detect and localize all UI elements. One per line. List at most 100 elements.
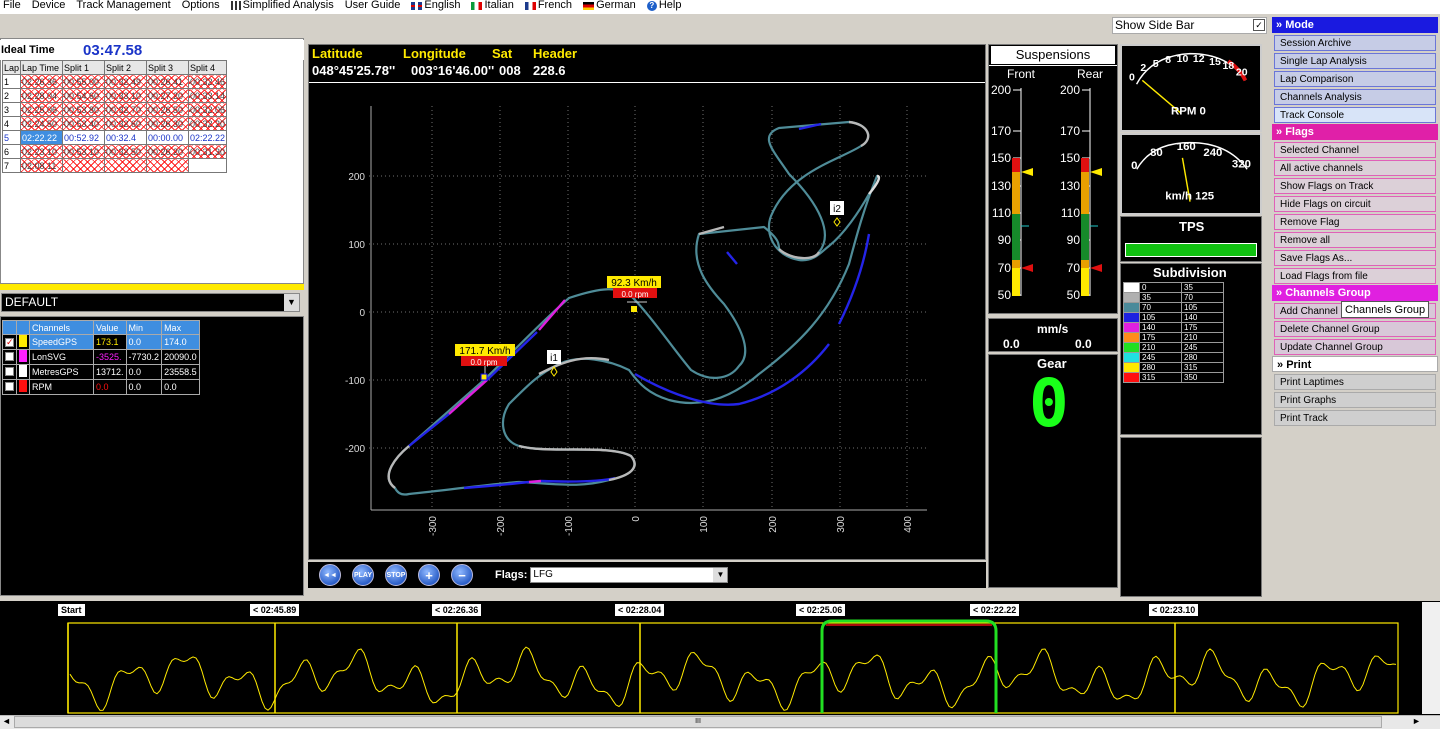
- channel-checkbox[interactable]: [2, 379, 17, 395]
- lap-row[interactable]: 3 02:25.06 00:53.80 00:32.70 00:26.50 00:32.0…: [1, 102, 228, 117]
- lap-time: 02:25.06: [20, 102, 64, 117]
- mode-header[interactable]: » Mode: [1272, 17, 1438, 33]
- menu-user-guide[interactable]: User Guide: [342, 0, 409, 11]
- split2: 00:33.10: [104, 88, 148, 103]
- menu-italian[interactable]: Italian: [468, 0, 521, 11]
- save-flags-as-button[interactable]: Save Flags As...: [1274, 250, 1436, 266]
- channel-row[interactable]: MetresGPS 13712. 0.0 23558.5: [2, 364, 200, 380]
- col-lap[interactable]: Lap: [1, 60, 22, 75]
- lap-comparison-button[interactable]: Lap Comparison: [1274, 71, 1436, 87]
- load-flags-button[interactable]: Load Flags from file: [1274, 268, 1436, 284]
- menu-help[interactable]: ? Help: [644, 0, 690, 11]
- suspension-gauges: 200 170 150 130 110 90 70 50 200 170 150…: [991, 83, 1102, 302]
- channel-row[interactable]: LonSVG -3525. -7730.2 20090.0: [2, 349, 200, 365]
- play-button[interactable]: PLAY: [352, 564, 374, 586]
- speed-tick: 320: [1232, 158, 1251, 170]
- remove-all-button[interactable]: Remove all: [1274, 232, 1436, 248]
- menu-options[interactable]: Options: [179, 0, 228, 11]
- flag2-marker[interactable]: [631, 306, 637, 312]
- channels-group-header[interactable]: » Channels Group: [1272, 285, 1438, 301]
- selected-lap-highlight[interactable]: [820, 619, 998, 713]
- lap-row[interactable]: 4 02:24.50 00:53.40 00:32.60 00:26.30 00:32.2…: [1, 116, 228, 131]
- lap-row[interactable]: 6 02:23.10 00:53.10 00:32.50 00:26.20 00:31.3…: [1, 144, 228, 159]
- menu-german[interactable]: German: [580, 0, 644, 11]
- menu-french[interactable]: French: [522, 0, 580, 11]
- channel-value: 13712.: [93, 364, 127, 380]
- print-header[interactable]: » Print: [1272, 356, 1438, 372]
- speed-readout: km/h 125: [1165, 191, 1214, 203]
- subdivision-table: 0 35 35 70 70 105 105 140 140 175 175 210 210 2…: [1123, 282, 1224, 383]
- col-lap-time[interactable]: Lap Time: [20, 60, 64, 75]
- col-split4[interactable]: Split 4: [188, 60, 228, 75]
- lap-marker[interactable]: < 02:45.89: [249, 603, 301, 617]
- menu-device[interactable]: Device: [29, 0, 74, 11]
- lap-row[interactable]: 1 02:26.36 00:55.00 00:32.49 00:26.41 00:32.4…: [1, 74, 228, 89]
- channel-max: 20090.0: [161, 349, 200, 365]
- show-flags-on-track-button[interactable]: Show Flags on Track: [1274, 178, 1436, 194]
- channel-checkbox[interactable]: [2, 349, 17, 365]
- scrollbar-thumb[interactable]: III: [14, 716, 1382, 728]
- tps-bar: [1125, 243, 1257, 257]
- col-split2[interactable]: Split 2: [104, 60, 148, 75]
- hide-flags-on-circuit-button[interactable]: Hide Flags on circuit: [1274, 196, 1436, 212]
- channel-row[interactable]: RPM 0.0 0.0 0.0: [2, 379, 200, 395]
- col-split3[interactable]: Split 3: [146, 60, 190, 75]
- lap-row[interactable]: 2 02:28.04 00:54.60 00:33.10 00:27.20 00:33.1…: [1, 88, 228, 103]
- menu-file[interactable]: File: [0, 0, 29, 11]
- rpm-tick: 10: [1177, 53, 1189, 65]
- lap-row-selected[interactable]: 5 02:22.22 00:52.92 00:32.4 00:00.00 02:22.22: [1, 130, 228, 145]
- col-max[interactable]: Max: [161, 320, 200, 335]
- col-channels[interactable]: Channels: [29, 320, 94, 335]
- scroll-right-arrow[interactable]: ►: [1412, 716, 1421, 726]
- channel-row[interactable]: ✓ SpeedGPS 173.1 0.0 174.0: [2, 334, 200, 350]
- split4: 00:32.20: [188, 116, 228, 131]
- remove-flag-button[interactable]: Remove Flag: [1274, 214, 1436, 230]
- rewind-button[interactable]: ◄◄: [319, 564, 341, 586]
- chevron-down-icon[interactable]: ▼: [284, 294, 299, 311]
- lap-marker-start[interactable]: Start: [57, 603, 86, 617]
- menu-english[interactable]: English: [408, 0, 468, 11]
- show-sidebar-checkbox[interactable]: ✓: [1253, 19, 1265, 31]
- channel-name: RPM: [29, 379, 94, 395]
- print-laptimes-button[interactable]: Print Laptimes: [1274, 374, 1436, 390]
- col-split1[interactable]: Split 1: [62, 60, 106, 75]
- all-active-channels-button[interactable]: All active channels: [1274, 160, 1436, 176]
- lap-marker[interactable]: < 02:23.10: [1148, 603, 1200, 617]
- col-min[interactable]: Min: [125, 320, 163, 335]
- zoom-out-button[interactable]: −: [451, 564, 473, 586]
- flag2-speed: 92.3 Km/h: [611, 278, 657, 289]
- print-track-button[interactable]: Print Track: [1274, 410, 1436, 426]
- selected-channel-button[interactable]: Selected Channel: [1274, 142, 1436, 158]
- show-sidebar-toggle[interactable]: Show Side Bar ✓: [1112, 17, 1267, 34]
- subdivision-row: 70 105: [1123, 302, 1224, 313]
- vertical-scrollbar[interactable]: [1422, 602, 1440, 714]
- col-value[interactable]: Value: [93, 320, 127, 335]
- session-archive-button[interactable]: Session Archive: [1274, 35, 1436, 51]
- lap-marker[interactable]: < 02:28.04: [614, 603, 666, 617]
- menu-track-management[interactable]: Track Management: [73, 0, 178, 11]
- track-map[interactable]: 200 100 0 -100 -200 -300 -200 -100 0 100…: [309, 84, 985, 558]
- delete-channel-group-button[interactable]: Delete Channel Group: [1274, 321, 1436, 337]
- menu-simplified-analysis[interactable]: Simplified Analysis: [228, 0, 342, 11]
- channels-analysis-button[interactable]: Channels Analysis: [1274, 89, 1436, 105]
- flags-header[interactable]: » Flags: [1272, 124, 1438, 140]
- print-graphs-button[interactable]: Print Graphs: [1274, 392, 1436, 408]
- flags-select[interactable]: LFG ▼: [530, 567, 729, 583]
- update-channel-group-button[interactable]: Update Channel Group: [1274, 339, 1436, 355]
- speed-trace[interactable]: [0, 601, 1422, 715]
- lap-marker[interactable]: < 02:25.06: [795, 603, 847, 617]
- single-lap-analysis-button[interactable]: Single Lap Analysis: [1274, 53, 1436, 69]
- lap-marker[interactable]: < 02:22.22: [969, 603, 1021, 617]
- lap-marker[interactable]: < 02:26.36: [431, 603, 483, 617]
- track-console-button[interactable]: Track Console: [1274, 107, 1436, 123]
- channel-max: 23558.5: [161, 364, 200, 380]
- zoom-in-button[interactable]: +: [418, 564, 440, 586]
- channel-group-select[interactable]: DEFAULT ▼: [1, 293, 300, 312]
- stop-button[interactable]: STOP: [385, 564, 407, 586]
- flag1-marker[interactable]: [480, 373, 488, 381]
- channel-checkbox[interactable]: [2, 364, 17, 380]
- lap-row[interactable]: 7 02:08.11: [1, 158, 228, 173]
- scroll-left-arrow[interactable]: ◄: [2, 716, 11, 726]
- chevron-down-icon[interactable]: ▼: [713, 568, 728, 582]
- channel-checkbox[interactable]: ✓: [2, 334, 17, 350]
